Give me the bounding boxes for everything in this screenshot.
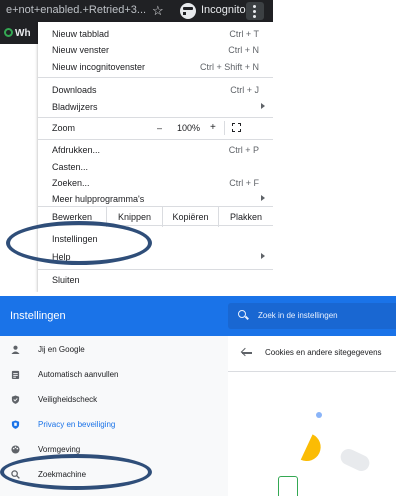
sidebar-item-you-and-google[interactable]: Jij en Google [0,338,228,362]
menu-item-downloads[interactable]: Downloads Ctrl + J [38,81,273,99]
cookies-header: Cookies en andere sitegegevens [228,336,396,372]
zoom-out-button[interactable]: – [157,123,162,133]
menu-item-print[interactable]: Afdrukken... Ctrl + P [38,141,273,159]
settings-header: Instellingen Zoek in de instellingen [0,296,396,336]
illustration-grey-shape [338,446,372,474]
search-placeholder: Zoek in de instellingen [258,311,338,320]
palette-icon [11,445,20,454]
settings-sidebar: Jij en Google Automatisch aanvullen Veil… [0,336,228,496]
address-bar-text[interactable]: e+not+enabled.+Retried+3... [6,4,146,16]
menu-divider [38,139,273,140]
zoom-level: 100% [177,123,201,133]
shield-lock-icon [11,420,20,429]
browser-toolbar: e+not+enabled.+Retried+3... ☆ Incognito [0,0,273,22]
submenu-arrow-icon [261,253,265,259]
back-arrow-icon[interactable] [242,348,252,358]
menu-divider [38,117,273,118]
illustration-yellow-shape [300,434,326,466]
sidebar-item-privacy-security[interactable]: Privacy en beveiliging [0,413,228,437]
highlight-ellipse-privacy [0,454,152,490]
person-icon [11,345,20,354]
settings-title: Instellingen [10,310,66,322]
fullscreen-icon[interactable] [232,123,241,132]
settings-search-input[interactable]: Zoek in de instellingen [228,303,396,329]
incognito-label: Incognito [201,4,246,16]
chrome-menu-button[interactable] [246,2,264,20]
highlight-ellipse-settings [6,221,152,265]
menu-item-bookmarks[interactable]: Bladwijzers [38,98,273,116]
menu-item-zoom: Zoom – 100% + [38,119,273,137]
copy-button[interactable]: Kopiëren [162,207,218,227]
settings-page-screenshot: Instellingen Zoek in de instellingen Jij… [0,296,396,496]
menu-divider [38,77,273,78]
incognito-icon [180,3,199,19]
search-icon [238,310,246,318]
menu-divider [38,269,273,270]
zoom-divider [224,121,225,135]
illustration-dot [316,412,322,418]
submenu-arrow-icon [261,195,265,201]
settings-content: Cookies en andere sitegegevens [228,336,396,496]
illustration-green-shape [278,476,298,496]
paste-button[interactable]: Plakken [218,207,273,227]
menu-item-new-incognito[interactable]: Nieuw incognitovenster Ctrl + Shift + N [38,58,273,76]
menu-item-exit[interactable]: Sluiten [38,271,273,289]
sidebar-item-autofill[interactable]: Automatisch aanvullen [0,363,228,387]
whatsapp-icon [4,28,13,37]
clipboard-icon [11,370,20,379]
chrome-menu-screenshot: e+not+enabled.+Retried+3... ☆ Incognito … [0,0,273,292]
sidebar-item-safety-check[interactable]: Veiligheidscheck [0,388,228,412]
submenu-arrow-icon [261,103,265,109]
whatsapp-bookmark[interactable]: Wh [4,28,31,39]
cookies-title: Cookies en andere sitegegevens [265,348,382,357]
menu-item-new-window[interactable]: Nieuw venster Ctrl + N [38,41,273,59]
zoom-in-button[interactable]: + [210,122,216,133]
shield-icon [11,395,20,404]
bookmark-star-icon[interactable]: ☆ [152,3,164,19]
